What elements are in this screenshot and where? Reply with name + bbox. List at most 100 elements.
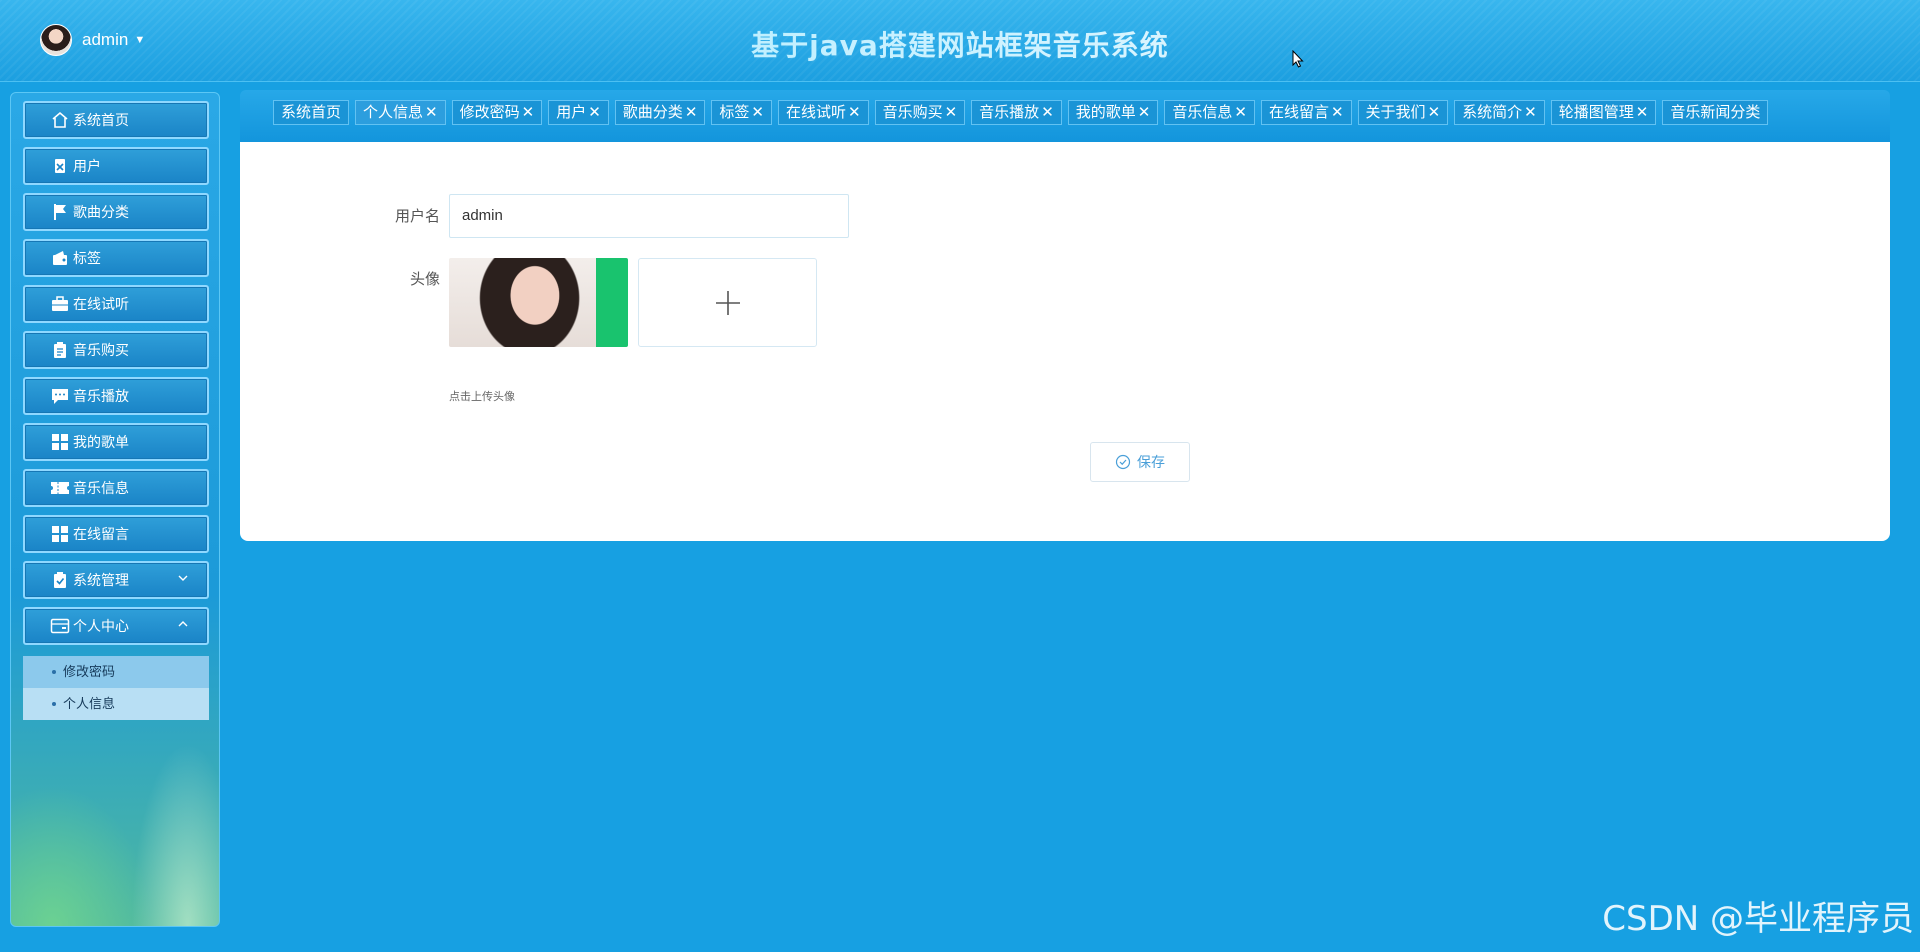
- close-icon[interactable]: ✕: [1636, 104, 1649, 121]
- tab-label: 系统简介: [1462, 104, 1523, 121]
- chevron-up-icon: [178, 621, 188, 627]
- sidebar: 系统首页 用户 歌曲分类 标签 在线试听 音乐购买 音乐播放 我的歌单 音乐信息…: [10, 92, 220, 927]
- site-title: 基于java搭建网站框架音乐系统: [0, 24, 1920, 64]
- sidebar-item-label: 个人中心: [73, 618, 129, 634]
- tab-item[interactable]: 系统首页: [273, 100, 350, 125]
- sidebar-item-label: 用户: [73, 158, 101, 174]
- briefcase-icon: [49, 293, 71, 315]
- tab-item[interactable]: 修改密码 ✕: [451, 100, 543, 125]
- tab-label: 音乐购买: [882, 104, 943, 121]
- tab-label: 关于我们: [1365, 104, 1426, 121]
- username-field[interactable]: admin: [449, 194, 849, 238]
- tab-item[interactable]: 在线留言 ✕: [1260, 100, 1352, 125]
- tab-item[interactable]: 我的歌单 ✕: [1067, 100, 1159, 125]
- card-icon: [49, 615, 71, 637]
- top-header: admin ▼ 基于java搭建网站框架音乐系统: [0, 0, 1920, 82]
- close-icon[interactable]: ✕: [588, 104, 601, 121]
- tab-item[interactable]: 音乐购买 ✕: [874, 100, 966, 125]
- tab-item[interactable]: 系统简介 ✕: [1454, 100, 1545, 125]
- sidebar-item-label: 歌曲分类: [73, 204, 129, 220]
- tab-item[interactable]: 音乐播放 ✕: [971, 100, 1062, 125]
- sidebar-item-song-category[interactable]: 歌曲分类: [23, 193, 209, 231]
- close-icon[interactable]: ✕: [522, 104, 535, 121]
- clipboard-icon: [49, 339, 71, 361]
- tab-label: 音乐新闻分类: [1670, 104, 1761, 121]
- tab-item[interactable]: 在线试听 ✕: [777, 100, 869, 125]
- sidebar-item-label: 标签: [73, 250, 101, 266]
- sidebar-item-music-play[interactable]: 音乐播放: [23, 377, 209, 415]
- tab-item[interactable]: 标签 ✕: [711, 100, 772, 125]
- close-icon[interactable]: ✕: [1524, 104, 1537, 121]
- sidebar-item-tags[interactable]: 标签: [23, 239, 209, 277]
- grid-icon: [49, 523, 71, 545]
- sidebar-item-label: 在线试听: [73, 296, 129, 312]
- sidebar-item-label: 系统首页: [73, 112, 129, 128]
- tabs-bar: 系统首页 个人信息 ✕ 修改密码 ✕ 用户 ✕ 歌曲分类 ✕ 标签 ✕ 在线试听 ✕ 音乐购买 ✕ 音乐播放 ✕…: [240, 90, 1890, 142]
- sidebar-item-label: 我的歌单: [73, 434, 129, 450]
- close-icon[interactable]: ✕: [1041, 104, 1054, 121]
- sidebar-item-label: 在线留言: [73, 526, 129, 542]
- close-icon[interactable]: ✕: [425, 104, 438, 121]
- sidebar-item-home[interactable]: 系统首页: [23, 101, 209, 139]
- sidebar-item-music-info[interactable]: 音乐信息: [23, 469, 209, 507]
- watermark: CSDN @毕业程序员: [1602, 899, 1914, 939]
- close-icon[interactable]: ✕: [751, 104, 764, 121]
- plus-icon: [715, 290, 740, 315]
- mouse-cursor-icon: [1292, 50, 1304, 68]
- sidebar-item-personal-center[interactable]: 个人中心: [23, 607, 209, 645]
- checklist-icon: [49, 569, 71, 591]
- tab-label: 用户: [556, 104, 587, 121]
- sidebar-item-my-playlist[interactable]: 我的歌单: [23, 423, 209, 461]
- sidebar-item-users[interactable]: 用户: [23, 147, 209, 185]
- sidebar-item-label: 音乐播放: [73, 388, 129, 404]
- tab-item[interactable]: 个人信息 ✕: [355, 100, 446, 125]
- tab-label: 修改密码: [459, 104, 520, 121]
- close-icon[interactable]: ✕: [685, 104, 698, 121]
- sidebar-item-online-listen[interactable]: 在线试听: [23, 285, 209, 323]
- tab-label: 我的歌单: [1075, 104, 1136, 121]
- avatar-preview-image: [449, 258, 628, 347]
- flag-icon: [49, 201, 71, 223]
- tab-label: 标签: [719, 104, 750, 121]
- tab-label: 音乐播放: [979, 104, 1040, 121]
- close-icon[interactable]: ✕: [848, 104, 861, 121]
- tab-item[interactable]: 音乐信息 ✕: [1164, 100, 1255, 125]
- chat-icon: [49, 385, 71, 407]
- close-icon[interactable]: ✕: [1331, 104, 1344, 121]
- tab-label: 系统首页: [281, 104, 342, 121]
- tab-item[interactable]: 歌曲分类 ✕: [614, 100, 706, 125]
- tab-label: 在线留言: [1268, 104, 1329, 121]
- chevron-down-icon: [178, 575, 188, 581]
- close-icon[interactable]: ✕: [1428, 104, 1441, 121]
- submenu-item-change-password[interactable]: 修改密码: [23, 656, 209, 688]
- sidebar-item-label: 音乐购买: [73, 342, 129, 358]
- tab-label: 音乐信息: [1172, 104, 1233, 121]
- user-badge-icon: [49, 155, 71, 177]
- tab-item[interactable]: 关于我们 ✕: [1357, 100, 1449, 125]
- avatar-label: 头像: [409, 271, 440, 288]
- tab-item[interactable]: 轮播图管理 ✕: [1550, 100, 1657, 125]
- sidebar-item-system-management[interactable]: 系统管理: [23, 561, 209, 599]
- wallet-icon: [49, 247, 71, 269]
- submenu-item-personal-info[interactable]: 个人信息: [23, 688, 209, 720]
- upload-hint: 点击上传头像: [449, 391, 515, 403]
- tab-item[interactable]: 音乐新闻分类: [1662, 100, 1769, 125]
- save-button[interactable]: 保存: [1090, 442, 1190, 482]
- tab-item[interactable]: 用户 ✕: [548, 100, 609, 125]
- sidebar-item-label: 系统管理: [73, 572, 129, 588]
- check-circle-icon: [1115, 454, 1131, 470]
- close-icon[interactable]: ✕: [945, 104, 958, 121]
- personal-info-form: 用户名 admin 头像 点击上传头像 保存: [240, 142, 1890, 541]
- tab-label: 轮播图管理: [1558, 104, 1634, 121]
- sidebar-item-music-purchase[interactable]: 音乐购买: [23, 331, 209, 369]
- sidebar-item-online-message[interactable]: 在线留言: [23, 515, 209, 553]
- avatar-upload-button[interactable]: [638, 258, 817, 347]
- tab-label: 在线试听: [785, 104, 846, 121]
- ticket-icon: [49, 477, 71, 499]
- close-icon[interactable]: ✕: [1234, 104, 1247, 121]
- username-label: 用户名: [394, 208, 440, 225]
- tab-label: 歌曲分类: [622, 104, 683, 121]
- sidebar-item-label: 音乐信息: [73, 480, 129, 496]
- home-icon: [49, 109, 71, 131]
- close-icon[interactable]: ✕: [1138, 104, 1151, 121]
